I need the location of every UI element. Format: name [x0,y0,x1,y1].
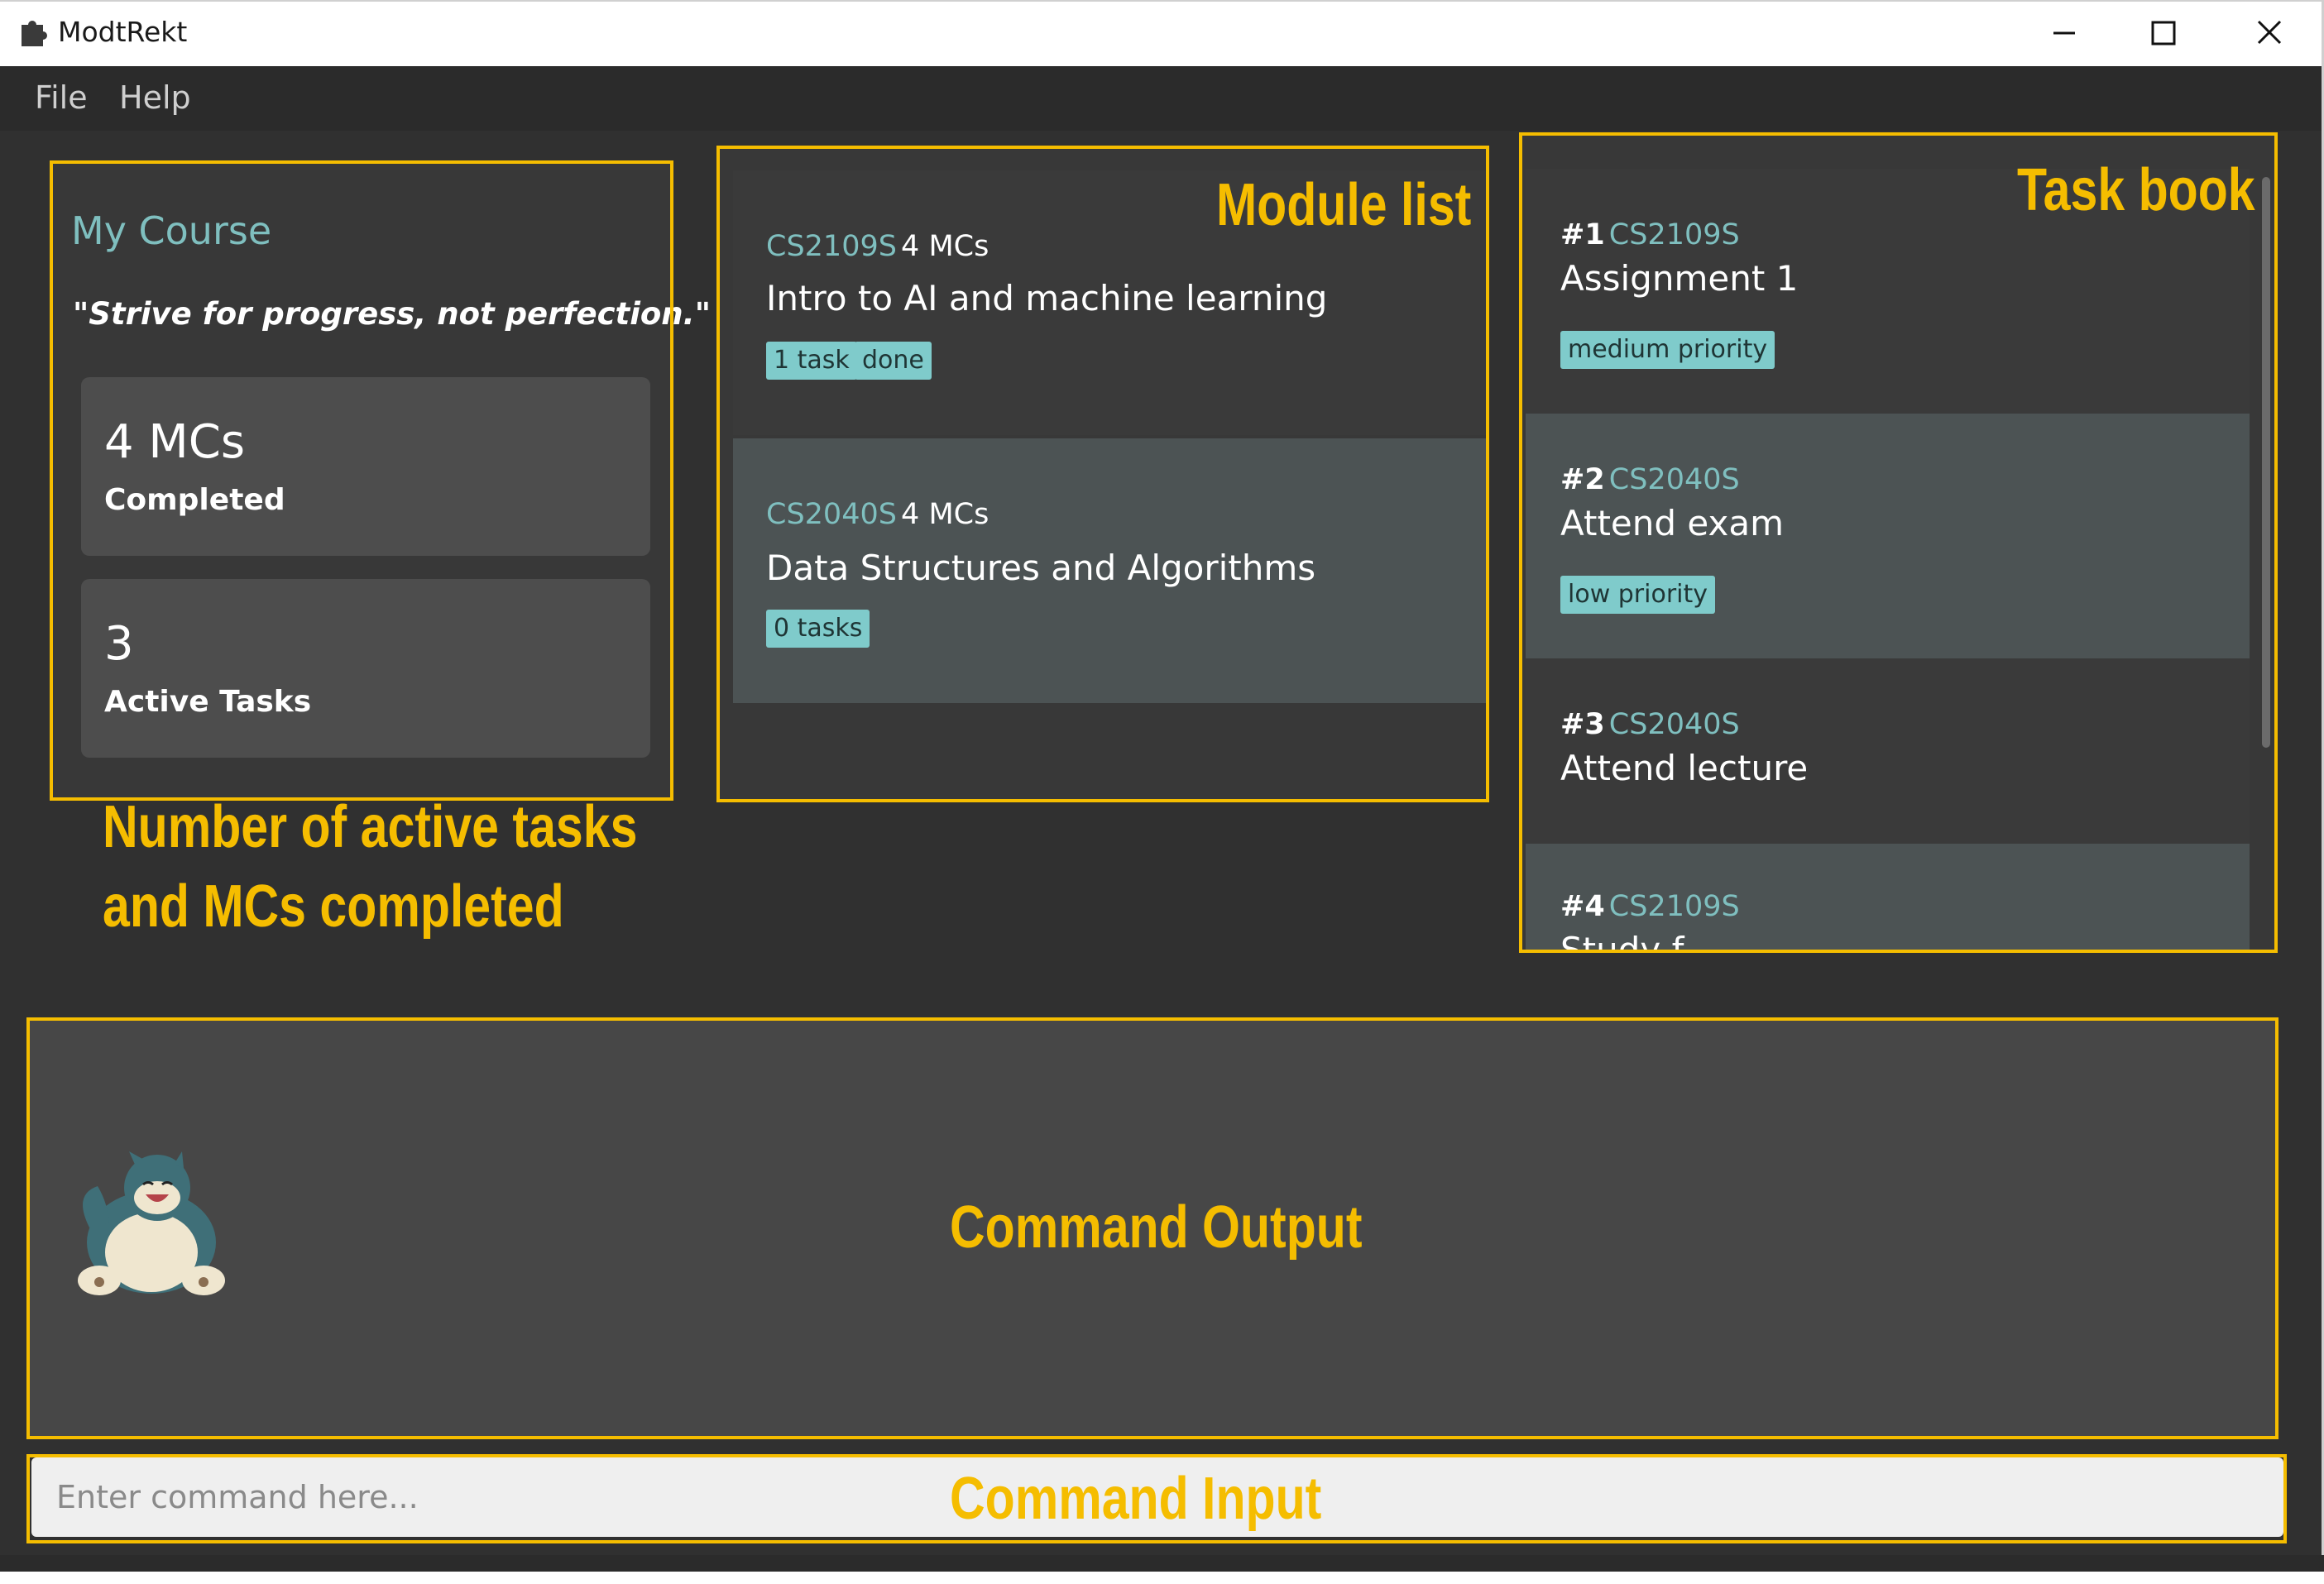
maximize-button[interactable] [2118,8,2209,58]
annotation-command-output: Command Output [950,1194,1363,1261]
status-strip [0,1555,2324,1572]
puzzle-piece-icon [17,15,50,48]
close-button[interactable] [2224,8,2315,58]
task-book-highlight-box [1519,132,2278,953]
annotation-module-list: Module list [1216,172,1472,238]
menu-bar [0,66,2324,131]
menu-file[interactable]: File [23,74,99,121]
window-title: ModtRekt [58,16,188,48]
close-icon [2257,20,2282,45]
annotation-task-book: Task book [2017,157,2255,223]
minimize-icon [2053,31,2075,35]
annotation-stats-line2: and MCs completed [103,873,564,940]
stats-highlight-box [50,160,673,801]
menu-help[interactable]: Help [108,74,203,121]
title-bar [0,0,2324,66]
annotation-command-input: Command Input [950,1466,1322,1532]
maximize-icon [2151,21,2176,45]
annotation-stats-line1: Number of active tasks [103,794,638,860]
minimize-button[interactable] [2015,8,2106,58]
